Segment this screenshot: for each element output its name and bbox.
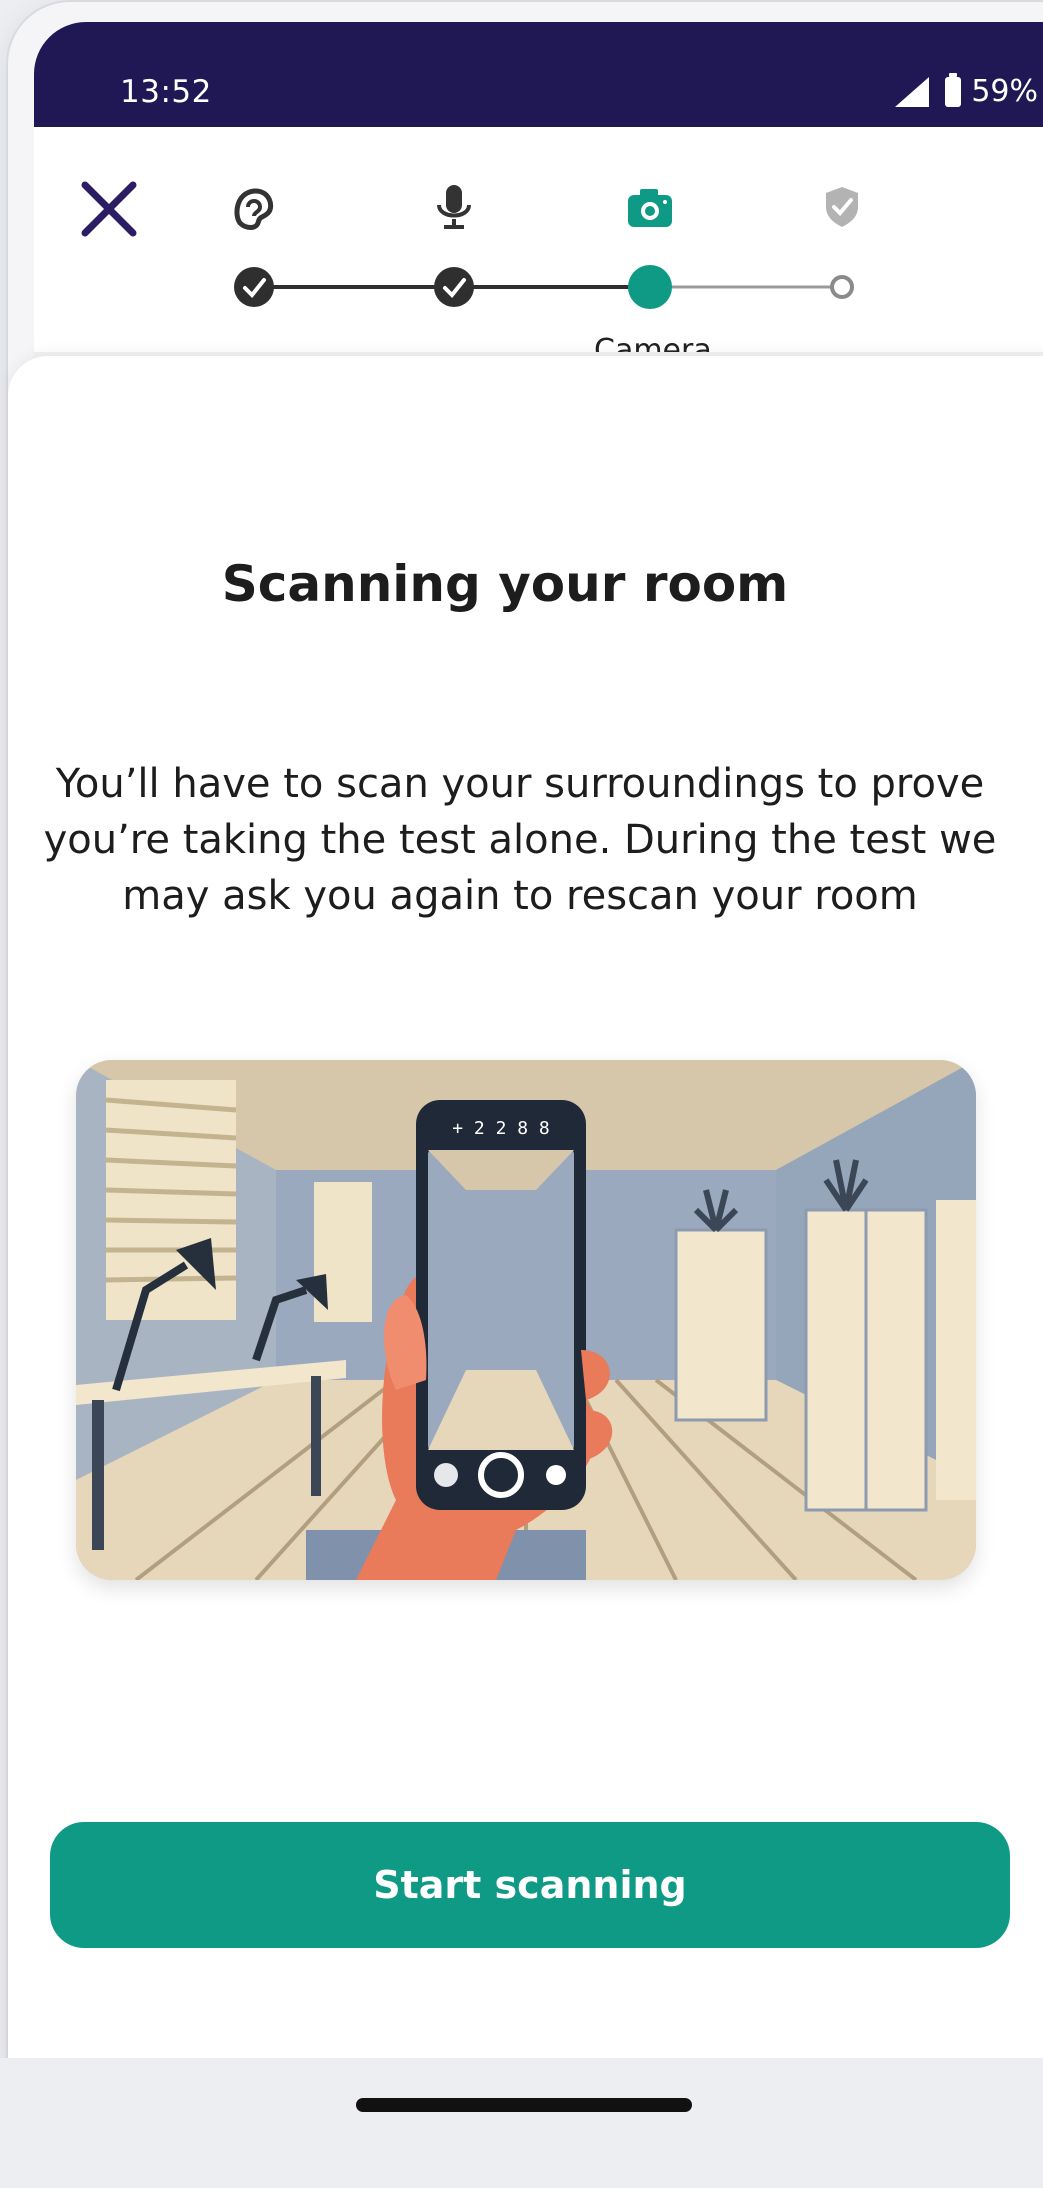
phone-screen-text: + 2 2 8 8 — [452, 1118, 550, 1139]
status-right: 59% — [895, 72, 1038, 109]
navigation-bar — [0, 2058, 1043, 2188]
step-microphone-done — [434, 267, 474, 307]
progress-header: Camera — [34, 127, 1043, 377]
status-time: 13:52 — [120, 74, 212, 110]
room-scan-illustration: + 2 2 8 8 — [76, 1060, 976, 1580]
shield-check-icon — [826, 187, 858, 227]
signal-icon — [895, 76, 930, 107]
battery-percentage: 59% — [971, 74, 1038, 109]
camera-icon — [628, 189, 672, 227]
home-indicator[interactable] — [356, 2098, 692, 2112]
stepper — [234, 185, 858, 309]
instruction-text: You’ll have to scan your surroundings to… — [43, 761, 997, 919]
step-shield-pending — [830, 275, 854, 299]
microphone-icon — [437, 185, 471, 229]
status-bar: 13:52 59% — [34, 22, 1043, 127]
start-scanning-button[interactable]: Start scanning — [50, 1822, 1010, 1948]
battery-icon — [945, 72, 962, 107]
room-scene: + 2 2 8 8 — [76, 1060, 976, 1580]
step-ear-done — [234, 267, 274, 307]
page-title: Scanning your room — [221, 555, 789, 613]
step-camera-current — [628, 265, 672, 309]
ear-icon — [234, 188, 274, 230]
